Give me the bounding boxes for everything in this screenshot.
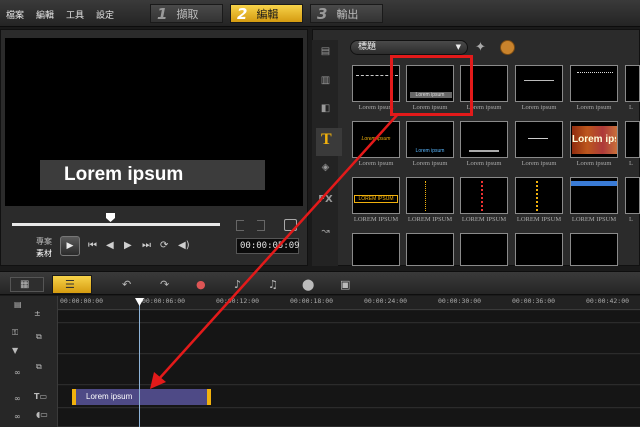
drag-arrow-annotation xyxy=(150,113,399,389)
arrow-line xyxy=(157,113,399,381)
